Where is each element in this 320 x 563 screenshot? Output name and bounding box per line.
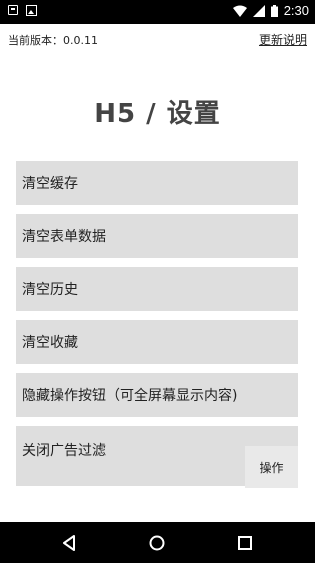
clear-form-data-button[interactable]: 清空表单数据 bbox=[16, 214, 298, 258]
clear-cache-button[interactable]: 清空缓存 bbox=[16, 161, 298, 205]
hide-action-buttons-button[interactable]: 隐藏操作按钮（可全屏幕显示内容) bbox=[16, 373, 298, 417]
signal-icon bbox=[252, 4, 265, 17]
changelog-link[interactable]: 更新说明 bbox=[259, 31, 307, 48]
image-icon bbox=[26, 5, 37, 16]
clear-history-button[interactable]: 清空历史 bbox=[16, 267, 298, 311]
clock: 2:30 bbox=[283, 3, 309, 18]
clear-favorites-button[interactable]: 清空收藏 bbox=[16, 320, 298, 364]
navigation-bar bbox=[0, 522, 315, 563]
recents-icon[interactable] bbox=[238, 535, 252, 554]
version-label: 当前版本：0.0.11 bbox=[8, 34, 98, 47]
back-icon[interactable] bbox=[62, 535, 76, 555]
home-icon[interactable] bbox=[149, 535, 165, 555]
wifi-icon bbox=[232, 5, 247, 17]
notification-icon bbox=[8, 5, 18, 15]
status-bar: 2:30 bbox=[0, 0, 315, 24]
page-title: H5 / 设置 bbox=[94, 99, 221, 129]
action-button[interactable]: 操作 bbox=[245, 446, 298, 488]
battery-icon bbox=[270, 4, 278, 17]
